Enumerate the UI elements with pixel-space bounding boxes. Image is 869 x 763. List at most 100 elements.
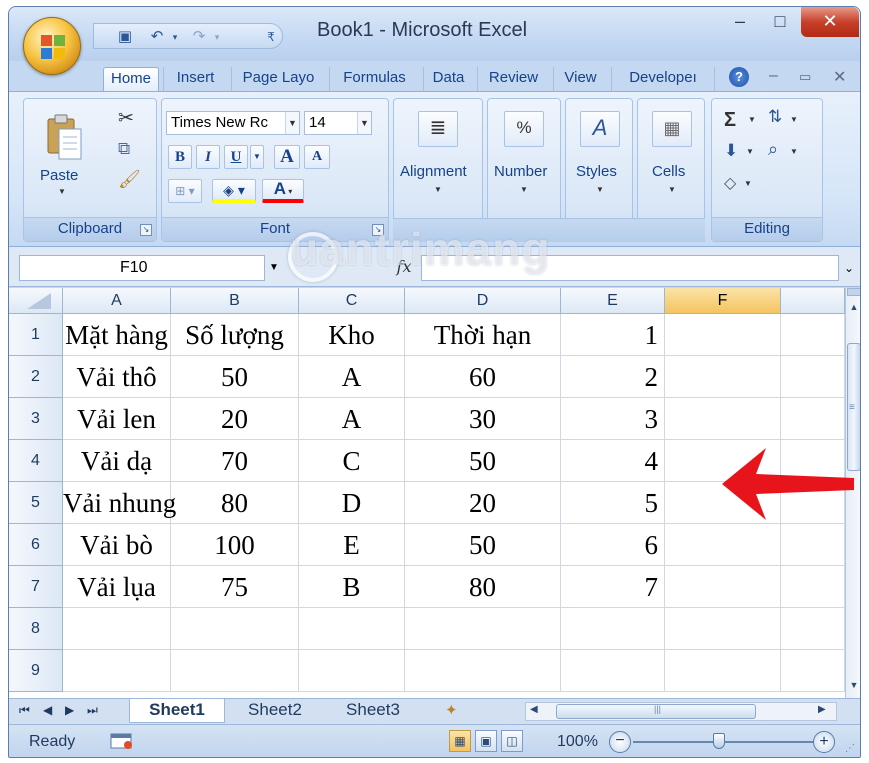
cell-f1[interactable] — [665, 314, 781, 356]
cell-b4[interactable]: 70 — [171, 440, 299, 482]
maximize-button[interactable]: □ — [761, 7, 799, 37]
cell-e7[interactable]: 7 — [561, 566, 665, 608]
shrink-font-button[interactable]: A — [304, 145, 330, 169]
font-color-button[interactable]: A ▾ — [262, 179, 304, 203]
column-header-b[interactable]: B — [171, 288, 299, 314]
scroll-down-icon[interactable]: ▼ — [847, 676, 860, 694]
cell-a4[interactable]: Vải dạ — [63, 440, 171, 482]
cell-filler[interactable] — [781, 356, 845, 398]
cell-c5[interactable]: D — [299, 482, 405, 524]
sort-dropdown-icon[interactable]: ▼ — [790, 115, 798, 124]
cell-d9[interactable] — [405, 650, 561, 692]
cell-b2[interactable]: 50 — [171, 356, 299, 398]
paste-icon[interactable] — [44, 113, 84, 163]
alignment-label[interactable]: Alignment — [400, 163, 467, 180]
row-header[interactable]: 1 — [9, 314, 63, 356]
cell-e9[interactable] — [561, 650, 665, 692]
autosum-icon[interactable]: Σ — [724, 109, 736, 132]
sheet-tab-sheet1[interactable]: Sheet1 — [129, 699, 225, 723]
select-all-button[interactable] — [9, 288, 63, 314]
fill-dropdown-icon[interactable]: ▼ — [746, 147, 754, 156]
find-dropdown-icon[interactable]: ▼ — [790, 147, 798, 156]
tab-view[interactable]: View — [553, 67, 607, 91]
find-select-icon[interactable]: ⌕ — [768, 139, 778, 160]
cell-d1[interactable]: Thời hạn — [405, 314, 561, 356]
font-launcher-icon[interactable]: ↘ — [372, 224, 384, 236]
cell-e6[interactable]: 6 — [561, 524, 665, 566]
cell-b3[interactable]: 20 — [171, 398, 299, 440]
underline-button[interactable]: U — [224, 145, 248, 169]
cell-c7[interactable]: B — [299, 566, 405, 608]
redo-dropdown-icon[interactable]: ▾ — [208, 28, 226, 46]
zoom-level[interactable]: 100% — [557, 733, 598, 751]
ribbon-restore-icon[interactable]: ▭ — [799, 69, 811, 85]
cell-b1[interactable]: Số lượng — [171, 314, 299, 356]
scroll-left-icon[interactable]: ◀ — [530, 704, 538, 715]
cell-b8[interactable] — [171, 608, 299, 650]
cell-a8[interactable] — [63, 608, 171, 650]
paste-dropdown-icon[interactable]: ▼ — [58, 187, 66, 196]
tab-insert[interactable]: Insert — [163, 67, 227, 91]
cell-d5[interactable]: 20 — [405, 482, 561, 524]
alignment-icon[interactable]: ≣ — [418, 111, 458, 147]
cell-f2[interactable] — [665, 356, 781, 398]
sheet-tab-sheet3[interactable]: Sheet3 — [329, 699, 417, 723]
cell-d6[interactable]: 50 — [405, 524, 561, 566]
cut-icon[interactable]: ✂ — [118, 107, 134, 130]
sort-filter-icon[interactable]: ⇅ — [768, 107, 782, 127]
underline-dropdown-icon[interactable]: ▼ — [250, 145, 264, 169]
number-label[interactable]: Number — [494, 163, 547, 180]
formula-input[interactable] — [421, 255, 839, 281]
tab-developer[interactable]: Developeı — [611, 67, 715, 91]
cell-f3[interactable] — [665, 398, 781, 440]
number-format-icon[interactable]: % — [504, 111, 544, 147]
cell-d8[interactable] — [405, 608, 561, 650]
page-break-view-icon[interactable]: ◫ — [501, 730, 523, 752]
clear-dropdown-icon[interactable]: ▼ — [744, 179, 752, 188]
cells-label[interactable]: Cells — [652, 163, 685, 180]
zoom-out-icon[interactable]: − — [609, 731, 631, 753]
cells-dropdown-icon[interactable]: ▼ — [668, 185, 676, 194]
cell-e3[interactable]: 3 — [561, 398, 665, 440]
page-layout-view-icon[interactable]: ▣ — [475, 730, 497, 752]
styles-dropdown-icon[interactable]: ▼ — [596, 185, 604, 194]
cell-a7[interactable]: Vải lụa — [63, 566, 171, 608]
cell-d2[interactable]: 60 — [405, 356, 561, 398]
cell-filler[interactable] — [781, 608, 845, 650]
alignment-dropdown-icon[interactable]: ▼ — [434, 185, 442, 194]
cells-icon[interactable]: ▦ — [652, 111, 692, 147]
cell-filler[interactable] — [781, 566, 845, 608]
cell-b5[interactable]: 80 — [171, 482, 299, 524]
column-header-f[interactable]: F — [665, 288, 781, 314]
cell-filler[interactable] — [781, 314, 845, 356]
cell-f6[interactable] — [665, 524, 781, 566]
fill-color-icon[interactable]: ◈ ▾ — [212, 179, 256, 203]
cell-f7[interactable] — [665, 566, 781, 608]
cell-d7[interactable]: 80 — [405, 566, 561, 608]
last-sheet-icon[interactable]: ⏭ — [87, 703, 98, 718]
cell-filler[interactable] — [781, 650, 845, 692]
column-header-d[interactable]: D — [405, 288, 561, 314]
font-size-combo[interactable]: 14 ▼ — [304, 111, 372, 135]
row-header[interactable]: 8 — [9, 608, 63, 650]
customize-qat-icon[interactable]: ₹ — [262, 28, 280, 46]
cell-c3[interactable]: A — [299, 398, 405, 440]
tab-data[interactable]: Data — [423, 67, 473, 91]
paste-label[interactable]: Paste — [40, 167, 78, 184]
minimize-button[interactable]: – — [721, 7, 759, 37]
scroll-up-icon[interactable]: ▲ — [847, 298, 860, 316]
cell-c6[interactable]: E — [299, 524, 405, 566]
cell-a3[interactable]: Vải len — [63, 398, 171, 440]
cell-e5[interactable]: 5 — [561, 482, 665, 524]
copy-icon[interactable]: ⧉ — [118, 139, 130, 159]
sheet-tab-sheet2[interactable]: Sheet2 — [231, 699, 319, 723]
ribbon-close-icon[interactable]: ✕ — [833, 67, 846, 87]
cell-b6[interactable]: 100 — [171, 524, 299, 566]
clipboard-launcher-icon[interactable]: ↘ — [140, 224, 152, 236]
bold-button[interactable]: B — [168, 145, 192, 169]
tab-review[interactable]: Review — [477, 67, 549, 91]
fill-icon[interactable]: ⬇ — [724, 141, 738, 161]
cell-e1[interactable]: 1 — [561, 314, 665, 356]
cell-d3[interactable]: 30 — [405, 398, 561, 440]
cell-a9[interactable] — [63, 650, 171, 692]
